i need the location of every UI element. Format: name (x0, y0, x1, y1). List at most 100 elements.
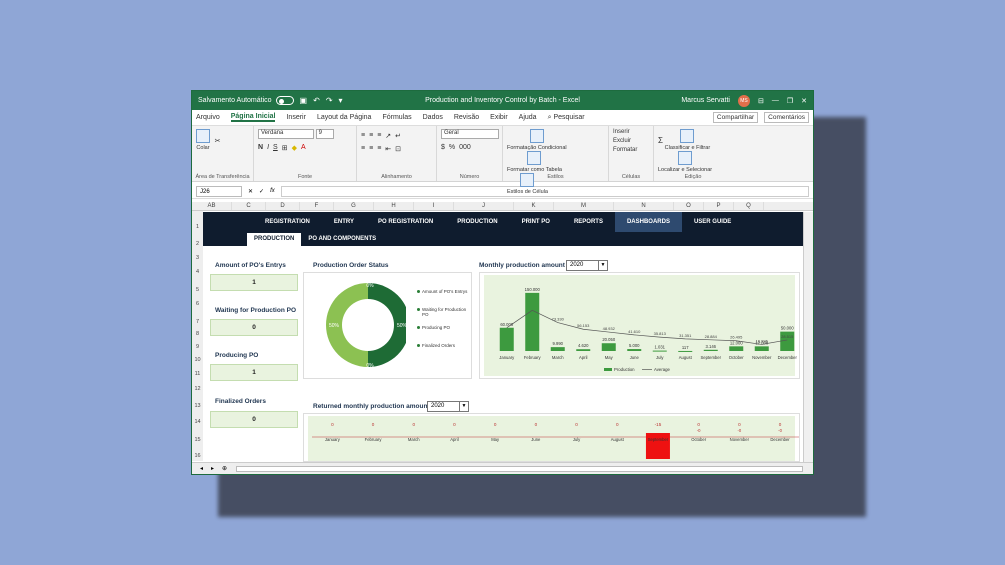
wrap-text-icon[interactable]: ↵ (395, 132, 401, 140)
nav-user-guide[interactable]: USER GUIDE (682, 212, 743, 232)
align-right-icon[interactable]: ≡ (377, 145, 381, 153)
autosave-toggle[interactable] (275, 96, 294, 105)
menu-dados[interactable]: Dados (423, 114, 443, 121)
menu-revisao[interactable]: Revisão (454, 114, 479, 121)
align-center-icon[interactable]: ≡ (369, 145, 373, 153)
italic-button[interactable]: I (267, 144, 269, 152)
horizontal-scrollbar[interactable] (236, 466, 803, 472)
delete-cells-button[interactable]: Excluir (613, 138, 649, 144)
align-bottom-icon[interactable]: ≡ (377, 132, 381, 140)
row-header[interactable]: 1 (192, 224, 203, 230)
nav-po-registration[interactable]: PO REGISTRATION (366, 212, 445, 232)
save-icon[interactable]: ▣ (300, 96, 308, 105)
row-header[interactable]: 10 (192, 357, 203, 363)
next-sheet-icon[interactable]: ▸ (211, 465, 214, 472)
subtab-po-components[interactable]: PO AND COMPONENTS (301, 233, 383, 246)
row-header[interactable]: 6 (192, 301, 203, 307)
menu-inserir[interactable]: Inserir (286, 114, 305, 121)
column-header[interactable]: N (614, 202, 674, 210)
fx-icon[interactable]: fx (270, 188, 275, 194)
autosum-icon[interactable]: Σ (658, 136, 663, 145)
font-size-select[interactable]: 9 (315, 129, 334, 139)
undo-icon[interactable]: ↶ (313, 96, 320, 105)
enter-icon[interactable]: ✓ (259, 188, 264, 195)
returned-year-select[interactable]: 2020 ▼ (427, 401, 469, 412)
column-header[interactable]: F (300, 202, 334, 210)
column-header[interactable]: Q (734, 202, 764, 210)
maximize-icon[interactable]: ❐ (787, 97, 793, 105)
cut-icon[interactable]: ✂ (215, 138, 221, 145)
format-table-button[interactable]: Formatar como Tabela (507, 151, 562, 173)
row-header[interactable]: 11 (192, 371, 203, 377)
align-left-icon[interactable]: ≡ (361, 145, 365, 153)
search-box[interactable]: ⌕ Pesquisar (548, 114, 585, 122)
redo-icon[interactable]: ↷ (326, 96, 333, 105)
cancel-icon[interactable]: ✕ (248, 188, 253, 195)
row-header[interactable]: 5 (192, 287, 203, 293)
column-header[interactable]: D (266, 202, 300, 210)
customize-quick-access-icon[interactable]: ▾ (339, 96, 343, 105)
nav-reports[interactable]: REPORTS (562, 212, 615, 232)
monthly-year-select[interactable]: 2020 ▼ (566, 260, 608, 271)
orientation-icon[interactable]: ↗ (385, 132, 391, 140)
menu-ajuda[interactable]: Ajuda (519, 114, 537, 121)
row-header[interactable]: 2 (192, 241, 203, 247)
column-header[interactable]: C (232, 202, 266, 210)
avatar[interactable]: MS (737, 94, 750, 107)
column-header[interactable]: H (374, 202, 414, 210)
subtab-production[interactable]: PRODUCTION (247, 233, 302, 246)
row-header[interactable]: 12 (192, 386, 203, 392)
nav-entry[interactable]: ENTRY (322, 212, 366, 232)
column-header[interactable]: P (704, 202, 734, 210)
nav-print-po[interactable]: PRINT PO (510, 212, 562, 232)
column-header[interactable]: G (334, 202, 374, 210)
fill-color-icon[interactable]: ◆ (292, 144, 297, 152)
font-name-select[interactable]: Verdana (258, 129, 314, 139)
row-header[interactable]: 15 (192, 437, 203, 443)
row-header[interactable]: 8 (192, 331, 203, 337)
row-header[interactable]: 9 (192, 344, 203, 350)
vertical-scrollbar[interactable] (803, 212, 813, 462)
paste-button[interactable]: Colar (196, 129, 210, 151)
row-header[interactable]: 7 (192, 319, 203, 325)
add-sheet-icon[interactable]: ⊕ (222, 465, 227, 472)
find-select-button[interactable]: Localizar e Selecionar (658, 151, 712, 173)
format-cells-button[interactable]: Formatar (613, 147, 649, 153)
nav-dashboards[interactable]: DASHBOARDS (614, 212, 682, 232)
merge-icon[interactable]: ⊡ (395, 145, 401, 153)
menu-exibir[interactable]: Exibir (490, 114, 508, 121)
column-header[interactable]: K (514, 202, 554, 210)
conditional-format-button[interactable]: Formatação Condicional (507, 129, 567, 151)
currency-icon[interactable]: $ (441, 144, 445, 151)
menu-layout[interactable]: Layout da Página (317, 114, 372, 121)
borders-icon[interactable]: ⊞ (282, 144, 288, 152)
prev-sheet-icon[interactable]: ◂ (200, 465, 203, 472)
nav-registration[interactable]: REGISTRATION (253, 212, 322, 232)
menu-formulas[interactable]: Fórmulas (382, 114, 411, 121)
percent-icon[interactable]: % (449, 144, 455, 151)
comments-button[interactable]: Comentários (764, 112, 809, 123)
indent-icon[interactable]: ⇤ (385, 145, 391, 153)
nav-production[interactable]: PRODUCTION (445, 212, 509, 232)
sort-filter-button[interactable]: Classificar e Filtrar (665, 129, 710, 151)
close-icon[interactable]: ✕ (801, 97, 807, 105)
row-header[interactable]: 13 (192, 403, 203, 409)
column-header[interactable]: I (414, 202, 454, 210)
row-header[interactable]: 14 (192, 419, 203, 425)
column-header[interactable]: M (554, 202, 614, 210)
name-box[interactable]: J26 (196, 185, 242, 197)
bold-button[interactable]: N (258, 144, 263, 152)
column-header[interactable]: O (674, 202, 704, 210)
row-header[interactable]: 16 (192, 453, 203, 459)
share-button[interactable]: Compartilhar (712, 112, 759, 123)
autosave[interactable]: Salvamento Automático (198, 96, 294, 105)
column-header[interactable]: AB (192, 202, 232, 210)
menu-pagina-inicial[interactable]: Página Inicial (230, 113, 276, 122)
thousands-icon[interactable]: 000 (459, 144, 471, 151)
insert-cells-button[interactable]: Inserir (613, 129, 649, 135)
align-middle-icon[interactable]: ≡ (369, 132, 373, 140)
row-header[interactable]: 3 (192, 255, 203, 261)
column-header[interactable]: J (454, 202, 514, 210)
number-format-select[interactable]: Geral (441, 129, 499, 139)
minimize-icon[interactable]: — (772, 97, 779, 104)
